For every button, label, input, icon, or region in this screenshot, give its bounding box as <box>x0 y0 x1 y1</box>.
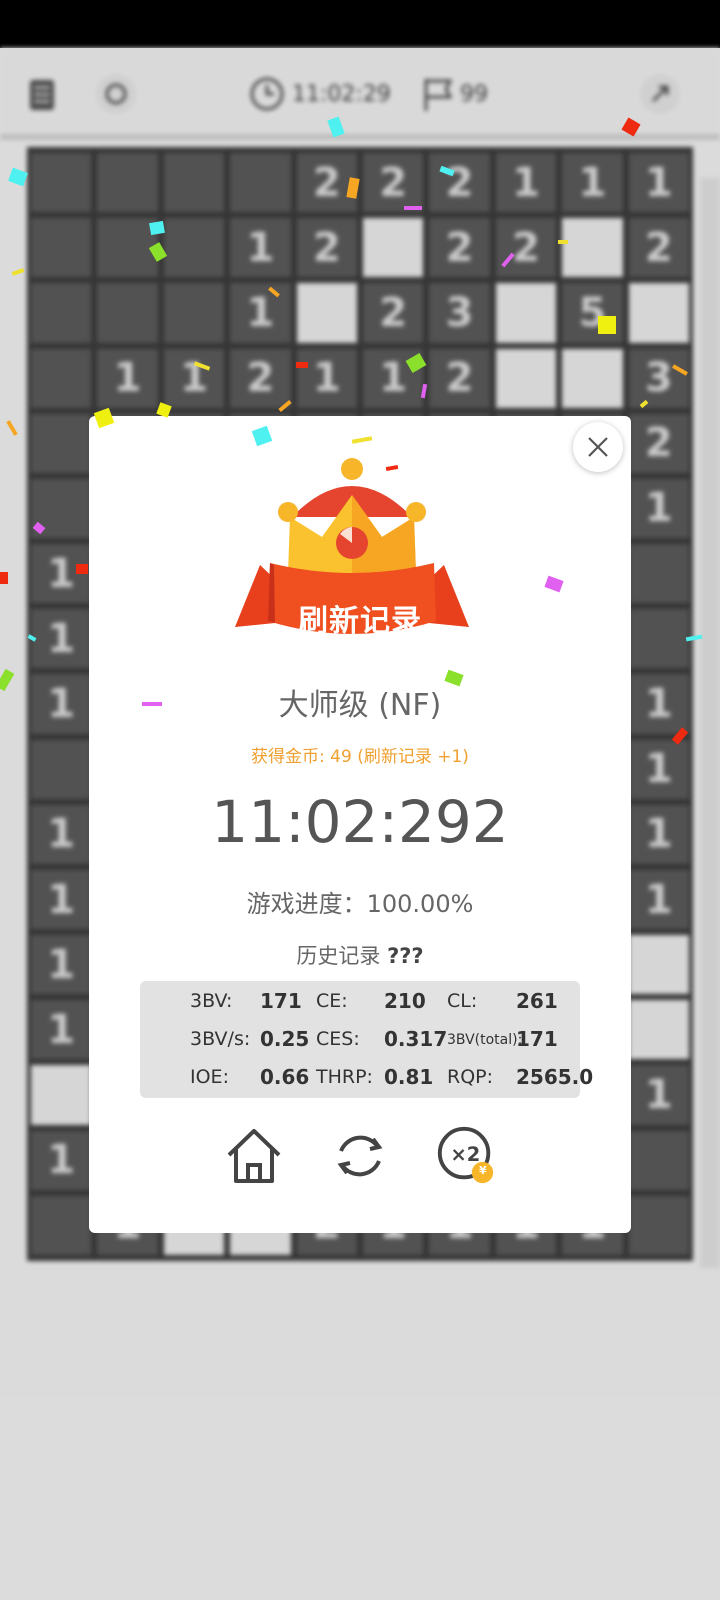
stat-ioe: IOE: <box>190 1066 229 1088</box>
confetti-piece <box>142 702 162 706</box>
double-coins-icon: ×2 <box>437 1126 494 1184</box>
svg-text:×2: ×2 <box>450 1143 480 1166</box>
coin-badge: ¥ <box>479 1164 487 1177</box>
stat-cl: CL: <box>447 990 478 1012</box>
confetti-piece <box>0 572 8 584</box>
double-coins-button[interactable]: ×2 ¥ <box>434 1124 498 1188</box>
history-label: 历史记录 <box>296 944 381 968</box>
stat-ces-value: 0.317 <box>384 1027 448 1051</box>
stat-ces: CES: <box>316 1028 360 1050</box>
stat-3bv-total-value: 171 <box>516 1027 558 1051</box>
game-progress: 游戏进度：100.00% <box>246 890 474 918</box>
confetti-piece <box>598 316 616 334</box>
stat-3bv-total: 3BV(total): <box>447 1032 523 1048</box>
stat-rqp: RQP: <box>447 1066 494 1088</box>
confetti-piece <box>76 564 88 574</box>
confetti-piece <box>149 220 165 236</box>
coins-earned: 获得金币: 49 (刷新记录 +1) <box>251 747 469 767</box>
stat-ioe-value: 0.66 <box>260 1065 310 1089</box>
close-button[interactable] <box>573 422 623 472</box>
confetti-piece <box>404 206 422 210</box>
stat-3bvs: 3BV/s: <box>190 1028 251 1050</box>
stat-thrp-value: 0.81 <box>384 1065 434 1089</box>
home-icon <box>227 1129 281 1183</box>
stat-rqp-value: 2565.0 <box>516 1065 594 1089</box>
home-button[interactable] <box>222 1124 286 1188</box>
confetti-piece <box>558 240 568 244</box>
stat-3bv-value: 171 <box>260 989 302 1013</box>
game-result-screen: 11:02:29 99 2221111222212351121123211111… <box>0 0 720 1600</box>
close-icon <box>588 437 608 457</box>
replay-icon <box>337 1135 383 1177</box>
stat-cl-value: 261 <box>516 989 558 1013</box>
confetti-piece <box>296 362 308 368</box>
stat-thrp: THRP: <box>316 1066 373 1088</box>
final-time: 11:02:292 <box>211 788 509 856</box>
record-banner: 刷新记录 <box>298 604 422 639</box>
stat-label: 3BV: <box>190 990 233 1012</box>
replay-button[interactable] <box>328 1124 392 1188</box>
difficulty-level: 大师级 (NF) <box>278 688 442 723</box>
history-value: ??? <box>387 944 424 968</box>
history-record: 历史记录 ??? <box>89 940 631 970</box>
stat-3bvs-value: 0.25 <box>260 1027 310 1051</box>
stat-ce-value: 210 <box>384 989 426 1013</box>
stat-3bv: 3BV: <box>190 990 232 1012</box>
stat-ce: CE: <box>316 990 348 1012</box>
